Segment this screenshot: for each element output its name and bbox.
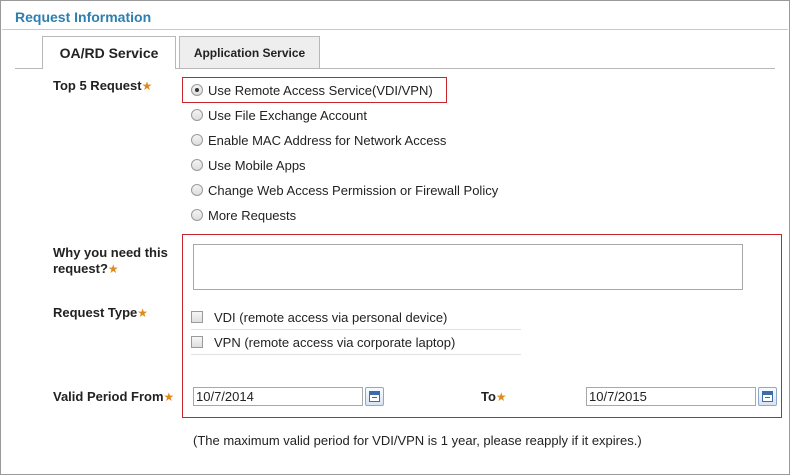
title-divider [2,29,788,30]
radio-checked-icon[interactable] [191,84,203,96]
validity-footnote: (The maximum valid period for VDI/VPN is… [193,433,642,448]
radio-unchecked-icon[interactable] [191,209,203,221]
radio-unchecked-icon[interactable] [191,109,203,121]
section-title: Request Information [15,9,152,25]
radio-option-file-exchange[interactable]: Use File Exchange Account [191,105,367,125]
radio-unchecked-icon[interactable] [191,159,203,171]
radio-option-mobile-apps[interactable]: Use Mobile Apps [191,155,306,175]
radio-option-mac-address[interactable]: Enable MAC Address for Network Access [191,130,446,150]
top5-request-label: Top 5 Request★ [53,78,152,94]
tab-oa-rd-service[interactable]: OA/RD Service [42,36,176,69]
from-date-picker-button[interactable] [365,387,384,406]
required-star-icon: ★ [141,79,153,93]
valid-period-to-label: To★ [481,389,507,405]
radio-unchecked-icon[interactable] [191,134,203,146]
valid-period-from-label: Valid Period From★ [53,389,174,405]
valid-period-to-label-text: To [481,389,496,404]
valid-to-date-input[interactable] [586,387,756,406]
reason-textarea[interactable] [193,244,743,290]
request-form-panel: Request Information OA/RD Service Applic… [0,0,790,475]
valid-period-from-label-text: Valid Period From [53,389,164,404]
radio-option-label: Enable MAC Address for Network Access [208,132,447,148]
radio-option-more-requests[interactable]: More Requests [191,205,296,225]
checkbox-vpn[interactable] [191,336,203,348]
radio-option-label: Change Web Access Permission or Firewall… [208,182,499,198]
reason-label-line1: Why you need this [53,245,168,260]
reason-label: Why you need this request?★ [53,245,168,277]
required-star-icon: ★ [163,390,175,404]
radio-option-label: Use File Exchange Account [208,107,367,123]
radio-unchecked-icon[interactable] [191,184,203,196]
required-star-icon: ★ [107,262,119,276]
radio-option-label: More Requests [208,207,297,223]
calendar-icon [762,391,773,402]
radio-option-label: Use Mobile Apps [208,157,306,173]
checkbox-vpn-label: VPN (remote access via corporate laptop) [214,334,456,350]
reason-label-line2: request? [53,261,108,276]
checkbox-row-vdi[interactable]: VDI (remote access via personal device) [191,305,521,330]
radio-option-label: Use Remote Access Service(VDI/VPN) [208,82,433,98]
request-type-label-text: Request Type [53,305,138,320]
radio-option-remote-access[interactable]: Use Remote Access Service(VDI/VPN) [191,80,433,100]
checkbox-row-vpn[interactable]: VPN (remote access via corporate laptop) [191,330,521,355]
radio-option-web-access[interactable]: Change Web Access Permission or Firewall… [191,180,498,200]
calendar-icon [369,391,380,402]
tab-application-service[interactable]: Application Service [179,36,320,68]
checkbox-vdi[interactable] [191,311,203,323]
required-star-icon: ★ [495,390,507,404]
to-date-picker-button[interactable] [758,387,777,406]
request-type-label: Request Type★ [53,305,148,321]
valid-from-date-input[interactable] [193,387,363,406]
checkbox-vdi-label: VDI (remote access via personal device) [214,309,448,325]
top5-request-label-text: Top 5 Request [53,78,142,93]
required-star-icon: ★ [137,306,149,320]
